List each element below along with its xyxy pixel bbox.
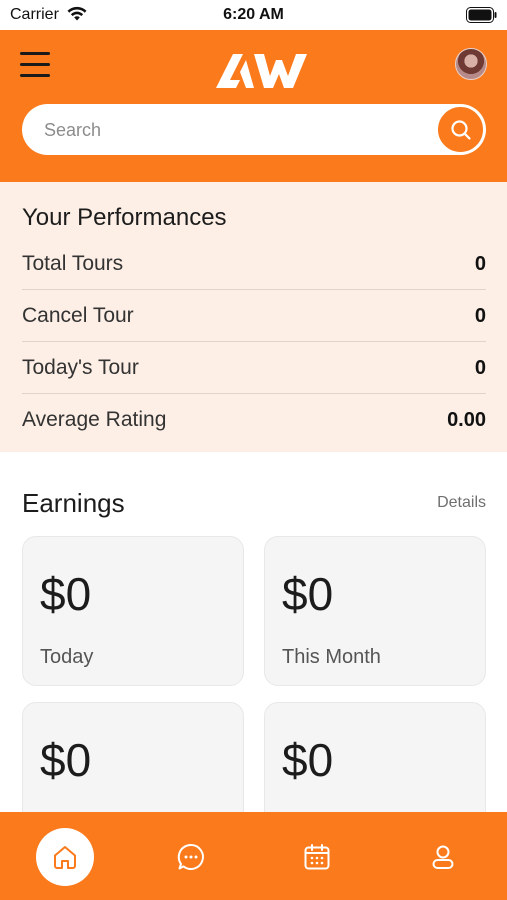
perf-value: 0 (474, 304, 486, 327)
app-header (0, 30, 507, 182)
search-input[interactable] (44, 116, 424, 144)
earnings-card-today[interactable]: $0 Today (22, 536, 244, 686)
nav-home[interactable] (36, 828, 94, 886)
section-title: Your Performances (22, 204, 227, 231)
bottom-nav (0, 812, 507, 900)
perf-label: Total Tours (22, 252, 124, 275)
status-bar: Carrier 6:20 AM (0, 0, 507, 30)
nav-calendar[interactable] (288, 828, 346, 886)
earnings-title: Earnings (22, 488, 125, 518)
nav-profile[interactable] (414, 828, 472, 886)
search-button[interactable] (436, 105, 485, 154)
earnings-amount: $0 (282, 734, 334, 786)
chat-icon (177, 843, 204, 870)
perf-row-total-tours: Total Tours 0 (22, 238, 486, 290)
home-icon (54, 846, 76, 869)
perf-row-todays-tour: Today's Tour 0 (22, 342, 486, 394)
avatar[interactable] (455, 48, 487, 80)
menu-icon (20, 52, 50, 55)
perf-label: Cancel Tour (22, 304, 134, 327)
profile-icon (432, 845, 454, 869)
earnings-amount: $0 (40, 568, 92, 620)
performance-section: Your Performances Total Tours 0 Cancel T… (0, 182, 507, 452)
perf-label: Today's Tour (22, 356, 139, 379)
earnings-caption: Today (40, 646, 94, 668)
clock: 6:20 AM (223, 6, 284, 23)
earnings-amount: $0 (40, 734, 92, 786)
perf-value: 0 (474, 252, 486, 275)
nav-chat[interactable] (162, 828, 220, 886)
earnings-caption: This Month (282, 646, 381, 668)
perf-row-cancel-tour: Cancel Tour 0 (22, 290, 486, 342)
menu-button[interactable] (20, 52, 52, 78)
earnings-card-this-month[interactable]: $0 This Month (264, 536, 486, 686)
app-logo (216, 54, 307, 88)
perf-value: 0 (474, 356, 486, 379)
search-icon (450, 119, 471, 140)
calendar-icon (304, 844, 330, 870)
earnings-amount: $0 (282, 568, 334, 620)
search-bar (22, 104, 486, 155)
perf-label: Average Rating (22, 408, 167, 431)
perf-row-average-rating: Average Rating 0.00 (22, 394, 486, 446)
details-link[interactable]: Details (437, 494, 486, 512)
perf-value: 0.00 (447, 408, 486, 431)
battery-icon (466, 7, 497, 23)
